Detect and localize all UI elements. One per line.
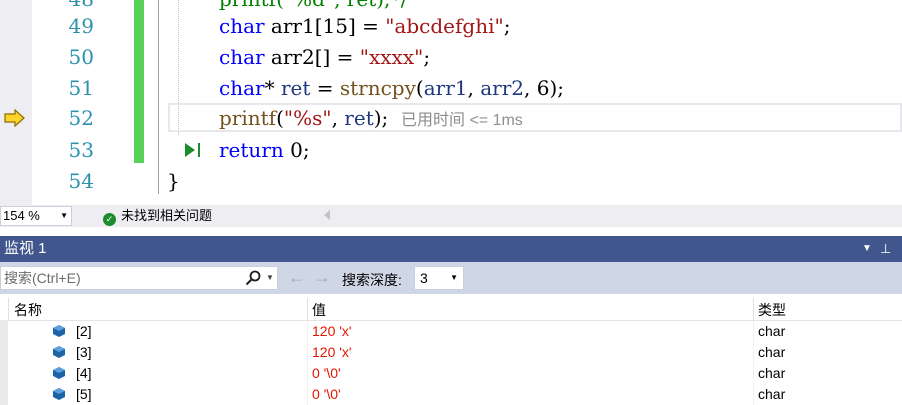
code-line-54[interactable]: 54 } bbox=[0, 166, 902, 197]
row-value[interactable]: 120 'x' bbox=[312, 323, 352, 339]
column-header-value[interactable]: 值 bbox=[312, 300, 326, 320]
field-cube-icon bbox=[53, 367, 65, 379]
row-value[interactable]: 0 '\0' bbox=[312, 386, 341, 402]
chevron-down-icon[interactable]: ▼ bbox=[266, 273, 274, 282]
watch-panel-title-bar[interactable]: 监视 1 ▼ ⊥ bbox=[0, 236, 902, 262]
arrow-left-icon[interactable]: ← bbox=[288, 267, 306, 288]
code-text: char arr2[] = "xxxx"; bbox=[219, 45, 431, 69]
code-line-49[interactable]: 49 char arr1[15] = "abcdefghi"; bbox=[0, 11, 902, 42]
search-depth-value: 3 bbox=[420, 270, 428, 286]
watch-toolbar: ▼ ← → 搜索深度: 3 ▼ bbox=[0, 262, 902, 294]
row-name: [5] bbox=[76, 386, 92, 402]
column-separator[interactable] bbox=[753, 298, 754, 320]
search-input[interactable] bbox=[4, 269, 234, 287]
chevron-down-icon: ▼ bbox=[60, 211, 68, 220]
line-number: 54 bbox=[68, 169, 94, 193]
column-separator[interactable] bbox=[307, 298, 308, 320]
pin-icon[interactable]: ⊥ bbox=[880, 236, 891, 262]
watch-grid-header: 名称 值 类型 bbox=[0, 298, 902, 321]
code-line-50[interactable]: 50 char arr2[] = "xxxx"; bbox=[0, 42, 902, 73]
code-line-51[interactable]: 51 char* ret = strncpy(arr1, arr2, 6); bbox=[0, 73, 902, 104]
code-line-52[interactable]: 52 printf("%s", ret); 已用时间 <= 1ms bbox=[0, 103, 902, 134]
issues-text: 未找到相关问题 bbox=[121, 208, 213, 223]
row-name: [3] bbox=[76, 344, 92, 360]
field-cube-icon bbox=[53, 325, 65, 337]
elapsed-time-hint: 已用时间 <= 1ms bbox=[401, 112, 523, 129]
row-value[interactable]: 0 '\0' bbox=[312, 365, 341, 381]
table-row[interactable]: [5] 0 '\0' char bbox=[0, 384, 902, 405]
row-value[interactable]: 120 'x' bbox=[312, 344, 352, 360]
line-number: 53 bbox=[68, 138, 94, 162]
row-name: [4] bbox=[76, 365, 92, 381]
search-box[interactable]: ▼ bbox=[0, 266, 278, 290]
scroll-left-arrow-icon[interactable] bbox=[324, 210, 330, 220]
row-name: [2] bbox=[76, 323, 92, 339]
issues-indicator[interactable]: ✓ 未找到相关问题 bbox=[103, 205, 212, 227]
panel-title: 监视 1 bbox=[4, 240, 47, 257]
line-number: 52 bbox=[68, 106, 94, 130]
field-cube-icon bbox=[53, 346, 65, 358]
zoom-value: 154 % bbox=[3, 208, 40, 223]
code-editor[interactable]: 48 printf("%d", ret);*/ 49 char arr1[15]… bbox=[0, 0, 902, 205]
code-text: } bbox=[167, 169, 180, 193]
row-type: char bbox=[758, 365, 786, 381]
arrow-right-icon[interactable]: → bbox=[313, 267, 331, 288]
check-circle-icon: ✓ bbox=[103, 213, 116, 226]
row-type: char bbox=[758, 386, 786, 402]
code-text: return 0; bbox=[219, 138, 310, 162]
column-header-name[interactable]: 名称 bbox=[14, 300, 42, 320]
line-number: 50 bbox=[68, 45, 94, 69]
search-depth-label: 搜索深度: bbox=[342, 272, 402, 288]
chevron-down-icon: ▼ bbox=[450, 273, 458, 282]
column-header-type[interactable]: 类型 bbox=[758, 300, 786, 320]
field-cube-icon bbox=[53, 388, 65, 400]
row-type: char bbox=[758, 344, 786, 360]
window-position-menu-icon[interactable]: ▼ bbox=[862, 236, 872, 262]
run-to-click-icon[interactable] bbox=[183, 141, 205, 159]
zoom-dropdown[interactable]: 154 % ▼ bbox=[0, 206, 72, 226]
code-text: printf("%s", ret); 已用时间 <= 1ms bbox=[219, 106, 523, 130]
code-text: char arr1[15] = "abcdefghi"; bbox=[219, 14, 511, 38]
code-line-53[interactable]: 53 return 0; bbox=[0, 135, 902, 166]
current-statement-arrow-icon[interactable] bbox=[4, 109, 26, 127]
row-type: char bbox=[758, 323, 786, 339]
column-separator[interactable] bbox=[8, 298, 9, 320]
code-text: char* ret = strncpy(arr1, arr2, 6); bbox=[219, 76, 564, 100]
editor-status-bar: 154 % ▼ ✓ 未找到相关问题 bbox=[0, 205, 902, 227]
search-icon[interactable] bbox=[245, 270, 261, 286]
search-depth-dropdown[interactable]: 3 ▼ bbox=[414, 266, 464, 290]
line-number: 49 bbox=[68, 14, 94, 38]
table-row[interactable]: [2] 120 'x' char bbox=[0, 321, 902, 342]
table-row[interactable]: [3] 120 'x' char bbox=[0, 342, 902, 363]
line-number: 51 bbox=[68, 76, 94, 100]
table-row[interactable]: [4] 0 '\0' char bbox=[0, 363, 902, 384]
